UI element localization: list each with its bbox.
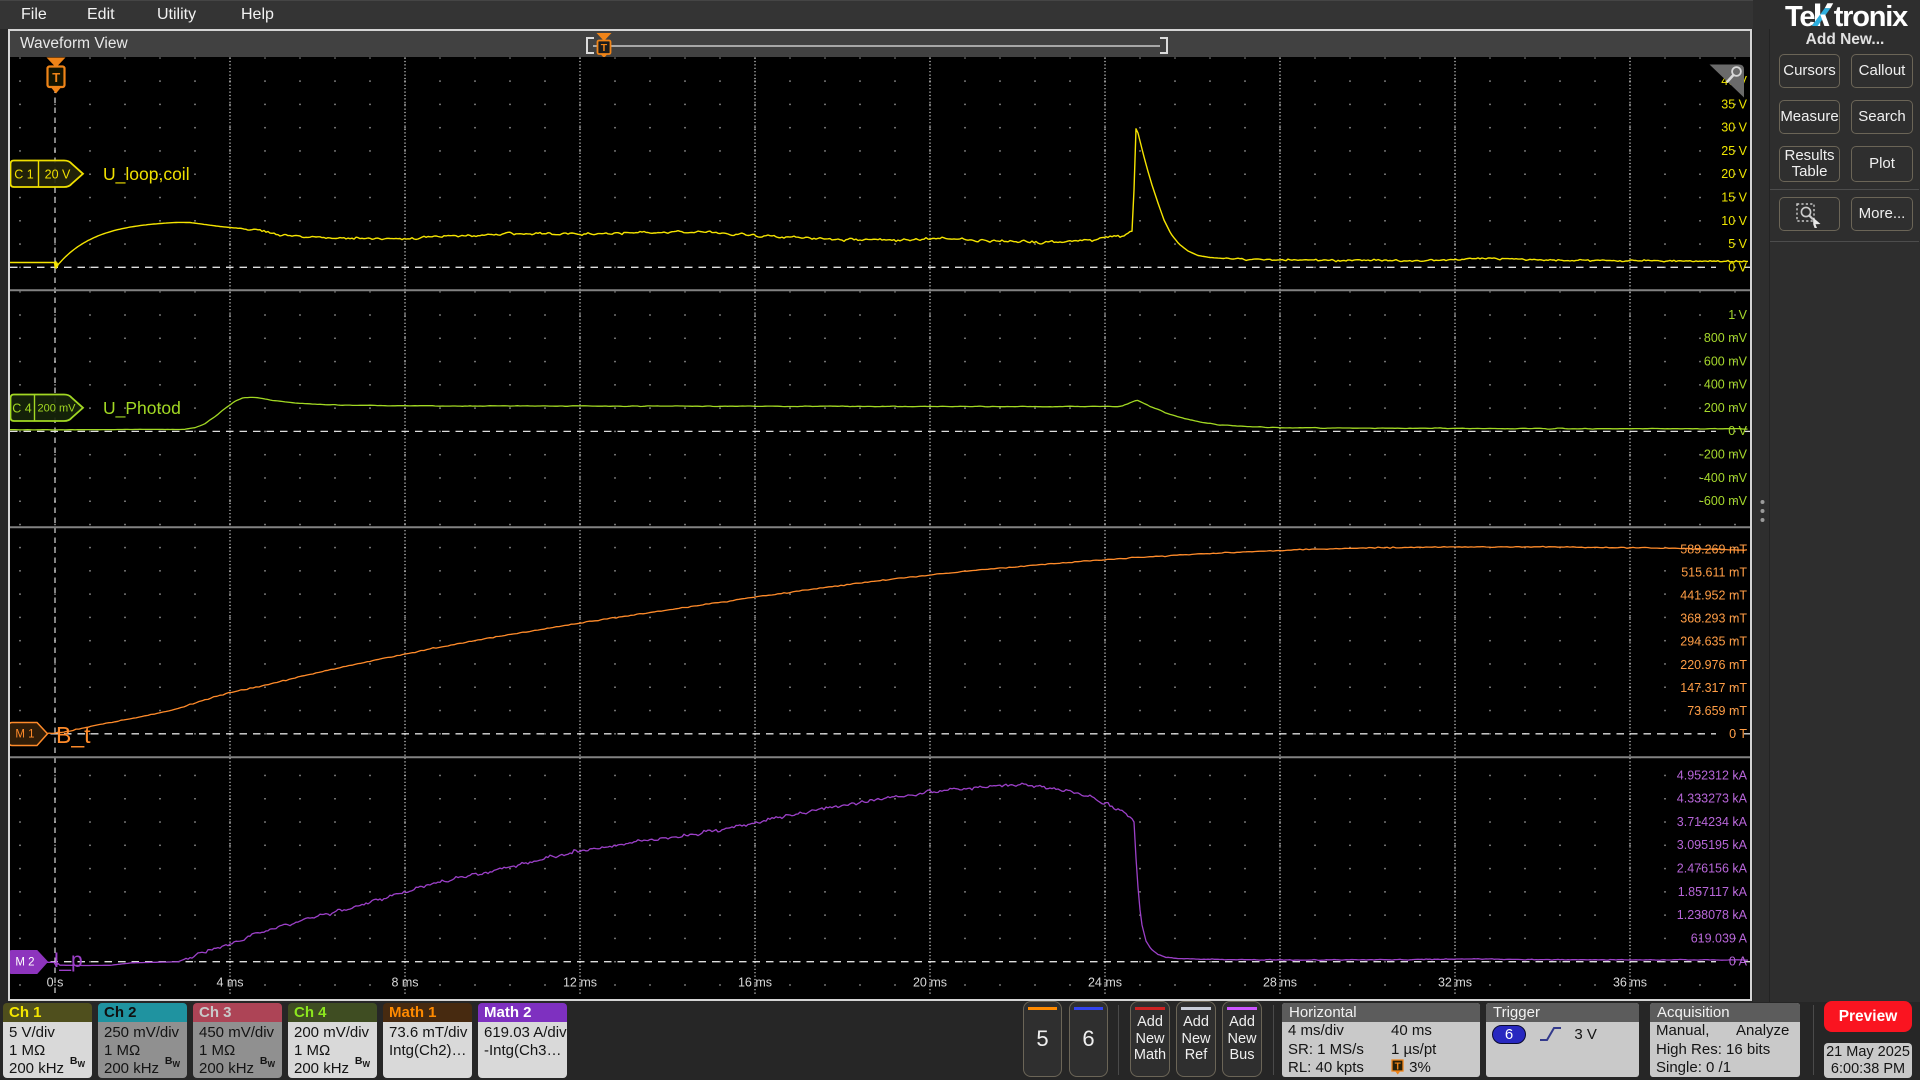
svg-text:73.659 mT: 73.659 mT <box>1687 704 1747 718</box>
svg-text:C 4: C 4 <box>12 401 32 415</box>
svg-text:-400 mV: -400 mV <box>1700 471 1748 485</box>
svg-text:T: T <box>52 70 60 85</box>
svg-text:U_loop,coil: U_loop,coil <box>103 164 190 185</box>
svg-text:C 1: C 1 <box>14 167 34 181</box>
svg-text:B_t: B_t <box>56 722 91 748</box>
svg-text:5 V: 5 V <box>1728 237 1747 251</box>
svg-text:0 V: 0 V <box>1728 260 1747 274</box>
svg-text:36 ms: 36 ms <box>1613 976 1647 990</box>
svg-text:200 mV: 200 mV <box>38 402 77 414</box>
svg-text:15 V: 15 V <box>1721 191 1747 205</box>
svg-text:2.476156 kA: 2.476156 kA <box>1677 862 1748 876</box>
svg-text:400 mV: 400 mV <box>1704 378 1748 392</box>
svg-text:4 ms: 4 ms <box>216 976 243 990</box>
svg-text:0 T: 0 T <box>1729 727 1747 741</box>
svg-text:Te: Te <box>1785 1 1815 30</box>
svg-text:0 s: 0 s <box>47 976 64 990</box>
svg-text:0 V: 0 V <box>1728 424 1747 438</box>
svg-text:10 V: 10 V <box>1721 214 1747 228</box>
svg-text:28 ms: 28 ms <box>1263 976 1297 990</box>
svg-text:-200 mV: -200 mV <box>1700 447 1748 461</box>
svg-text:tronix: tronix <box>1834 1 1908 30</box>
svg-text:20 V: 20 V <box>1721 167 1747 181</box>
svg-text:441.952 mT: 441.952 mT <box>1680 589 1747 603</box>
svg-text:U_Photod: U_Photod <box>103 398 181 419</box>
svg-text:1.857117 kA: 1.857117 kA <box>1678 885 1748 899</box>
svg-text:3.095195 kA: 3.095195 kA <box>1677 838 1748 852</box>
svg-text:T: T <box>601 42 608 54</box>
svg-text:3.714234 kA: 3.714234 kA <box>1677 815 1748 829</box>
svg-text:M 1: M 1 <box>15 728 34 740</box>
svg-text:619.039 A: 619.039 A <box>1691 931 1748 945</box>
svg-text:368.293 mT: 368.293 mT <box>1680 612 1747 626</box>
svg-text:20 ms: 20 ms <box>913 976 947 990</box>
svg-text:1 V: 1 V <box>1728 308 1747 322</box>
svg-text:200 mV: 200 mV <box>1704 401 1748 415</box>
svg-text:0 A: 0 A <box>1729 955 1748 969</box>
svg-text:4.952312 kA: 4.952312 kA <box>1677 768 1748 782</box>
svg-text:20 V: 20 V <box>45 167 71 181</box>
svg-text:800 mV: 800 mV <box>1704 331 1748 345</box>
svg-text:-600 mV: -600 mV <box>1700 494 1748 508</box>
svg-text:1.238078 kA: 1.238078 kA <box>1677 908 1748 922</box>
svg-text:30 V: 30 V <box>1721 121 1747 135</box>
svg-text:600 mV: 600 mV <box>1704 354 1748 368</box>
svg-text:8 ms: 8 ms <box>391 976 418 990</box>
svg-text:4.333273 kA: 4.333273 kA <box>1677 792 1748 806</box>
svg-text:294.635 mT: 294.635 mT <box>1680 635 1747 649</box>
svg-text:515.611 mT: 515.611 mT <box>1681 566 1747 580</box>
svg-text:M 2: M 2 <box>15 956 34 968</box>
svg-text:589.269 mT: 589.269 mT <box>1680 543 1747 557</box>
svg-text:220.976 mT: 220.976 mT <box>1680 658 1747 672</box>
svg-text:25 V: 25 V <box>1721 144 1747 158</box>
svg-text:T: T <box>1395 1062 1401 1073</box>
svg-text:35 V: 35 V <box>1721 97 1747 111</box>
svg-text:24 ms: 24 ms <box>1088 976 1122 990</box>
svg-text:16 ms: 16 ms <box>738 976 772 990</box>
svg-text:147.317 mT: 147.317 mT <box>1680 681 1747 695</box>
svg-text:I_p: I_p <box>54 949 83 972</box>
svg-text:12 ms: 12 ms <box>563 976 597 990</box>
svg-text:32 ms: 32 ms <box>1438 976 1472 990</box>
